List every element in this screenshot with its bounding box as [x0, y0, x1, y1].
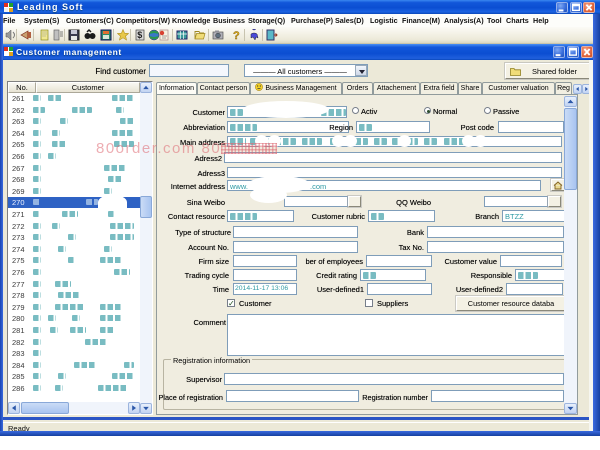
- svg-text:?: ?: [233, 30, 240, 41]
- svg-text:$: $: [137, 30, 142, 40]
